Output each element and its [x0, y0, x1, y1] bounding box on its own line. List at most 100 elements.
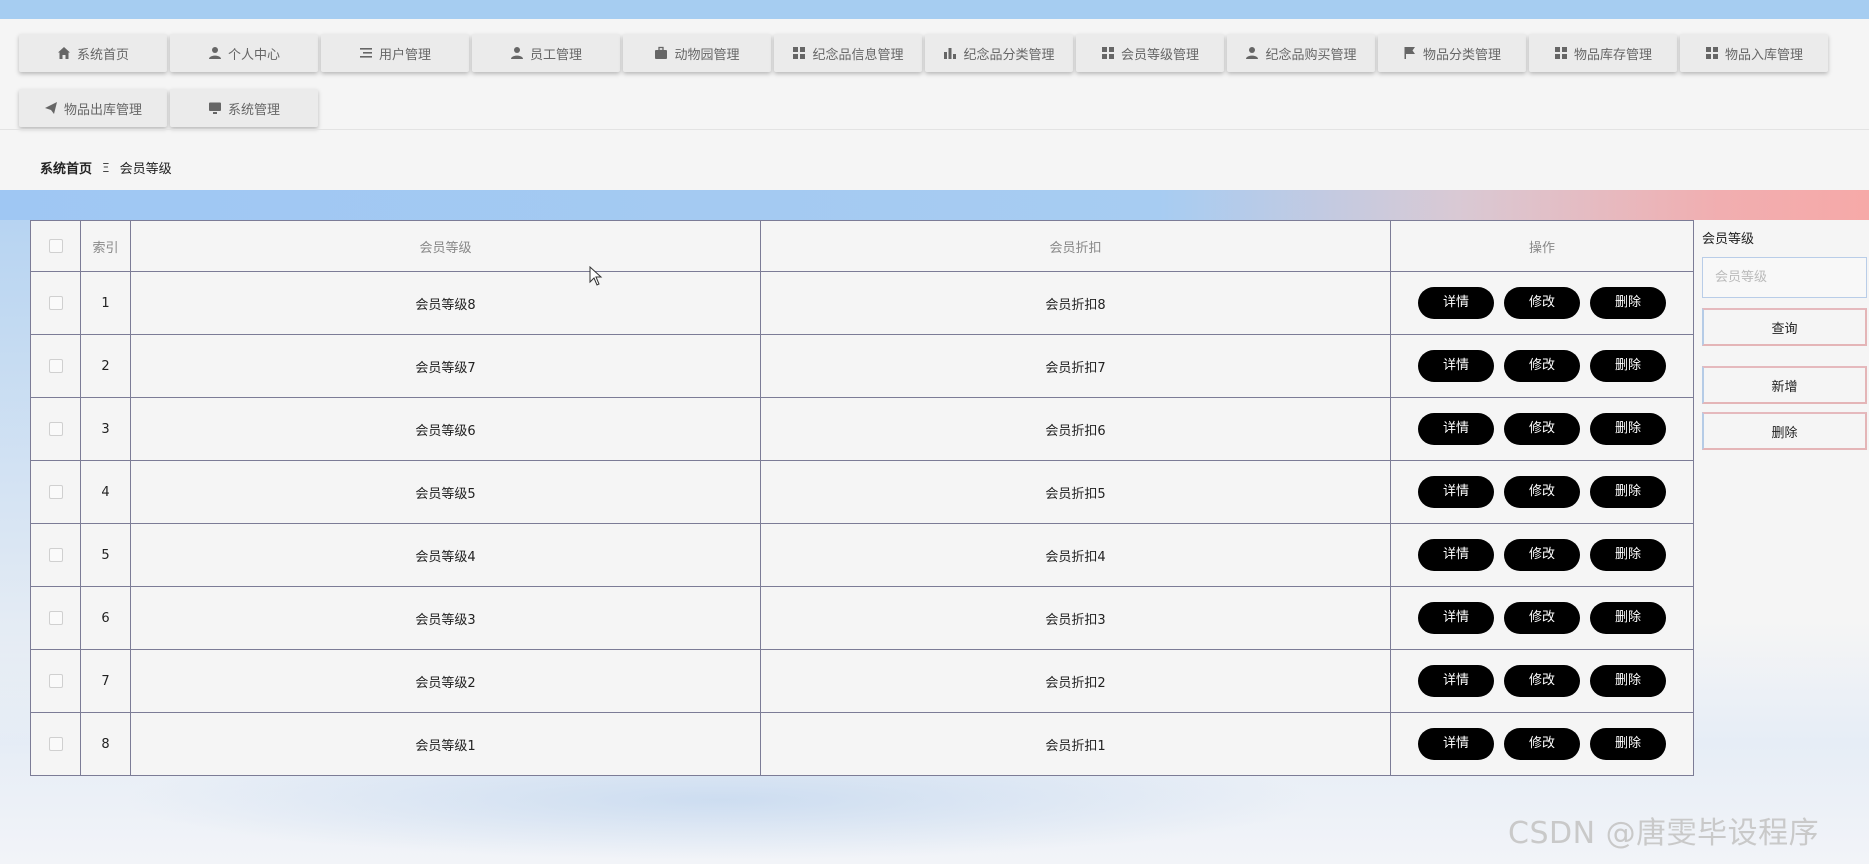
delete-button[interactable]: 删除 — [1590, 287, 1666, 319]
detail-button[interactable]: 详情 — [1418, 602, 1494, 634]
row-select-cell — [30, 460, 81, 524]
row-select-cell — [30, 523, 81, 587]
detail-button[interactable]: 详情 — [1418, 350, 1494, 382]
row-level: 会员等级4 — [130, 523, 761, 587]
delete-button[interactable]: 删除 — [1590, 665, 1666, 697]
nav-item[interactable]: 物品分类管理 — [1378, 34, 1526, 72]
delete-button[interactable]: 删除 — [1590, 602, 1666, 634]
user-icon — [208, 47, 221, 59]
delete-button[interactable]: 删除 — [1590, 728, 1666, 760]
row-index: 1 — [80, 271, 131, 335]
row-index: 8 — [80, 712, 131, 776]
delete-button[interactable]: 删除 — [1590, 413, 1666, 445]
nav-item-label: 系统首页 — [76, 47, 129, 63]
row-select-cell — [30, 712, 81, 776]
nav-item[interactable]: 纪念品分类管理 — [925, 34, 1073, 72]
row-actions: 详情 修改 删除 — [1390, 397, 1694, 461]
table-row: 8 会员等级1 会员折扣1 详情 修改 删除 — [30, 712, 1694, 776]
row-checkbox[interactable] — [48, 485, 63, 499]
list-icon — [359, 48, 372, 58]
table-row: 5 会员等级4 会员折扣4 详情 修改 删除 — [30, 523, 1694, 587]
breadcrumb-home[interactable]: 系统首页 — [40, 158, 92, 177]
batch-delete-button[interactable]: 删除 — [1702, 412, 1867, 450]
row-discount: 会员折扣8 — [760, 271, 1391, 335]
nav-item[interactable]: 物品出库管理 — [19, 89, 167, 127]
row-index: 7 — [80, 649, 131, 713]
edit-button[interactable]: 修改 — [1504, 413, 1580, 445]
detail-button[interactable]: 详情 — [1418, 287, 1494, 319]
column-header-index: 索引 — [80, 220, 131, 272]
nav-item[interactable]: 物品库存管理 — [1529, 34, 1677, 72]
detail-button[interactable]: 详情 — [1418, 539, 1494, 571]
user-icon — [1246, 47, 1259, 59]
edit-button[interactable]: 修改 — [1504, 665, 1580, 697]
edit-button[interactable]: 修改 — [1504, 287, 1580, 319]
row-level: 会员等级3 — [130, 586, 761, 650]
detail-button[interactable]: 详情 — [1418, 476, 1494, 508]
nav-item[interactable]: 系统首页 — [19, 34, 167, 72]
column-header-discount: 会员折扣 — [760, 220, 1391, 272]
nav-item-label: 会员等级管理 — [1120, 47, 1199, 63]
nav-item[interactable]: 员工管理 — [472, 34, 620, 72]
nav-item[interactable]: 物品入库管理 — [1680, 34, 1828, 72]
nav-item-label: 个人中心 — [227, 47, 280, 63]
row-actions: 详情 修改 删除 — [1390, 586, 1694, 650]
edit-button[interactable]: 修改 — [1504, 350, 1580, 382]
detail-button[interactable]: 详情 — [1418, 665, 1494, 697]
nav-item[interactable]: 纪念品信息管理 — [774, 34, 922, 72]
detail-button[interactable]: 详情 — [1418, 413, 1494, 445]
add-button[interactable]: 新增 — [1702, 366, 1867, 404]
row-actions: 详情 修改 删除 — [1390, 523, 1694, 587]
nav-item[interactable]: 动物园管理 — [623, 34, 771, 72]
delete-button[interactable]: 删除 — [1590, 476, 1666, 508]
row-level: 会员等级2 — [130, 649, 761, 713]
row-checkbox[interactable] — [48, 359, 63, 373]
top-color-bar — [0, 0, 1869, 19]
nav-item-label: 用户管理 — [378, 47, 431, 63]
row-level: 会员等级5 — [130, 460, 761, 524]
row-select-cell — [30, 271, 81, 335]
delete-button[interactable]: 删除 — [1590, 539, 1666, 571]
row-level: 会员等级6 — [130, 397, 761, 461]
detail-button[interactable]: 详情 — [1418, 728, 1494, 760]
nav-item[interactable]: 个人中心 — [170, 34, 318, 72]
row-index: 5 — [80, 523, 131, 587]
delete-button[interactable]: 删除 — [1590, 350, 1666, 382]
table-row: 1 会员等级8 会员折扣8 详情 修改 删除 — [30, 271, 1694, 335]
nav-item[interactable]: 纪念品购买管理 — [1227, 34, 1375, 72]
nav-item[interactable]: 用户管理 — [321, 34, 469, 72]
edit-button[interactable]: 修改 — [1504, 539, 1580, 571]
row-discount: 会员折扣2 — [760, 649, 1391, 713]
select-all-cell — [30, 220, 81, 272]
row-level: 会员等级8 — [130, 271, 761, 335]
row-checkbox[interactable] — [48, 548, 63, 562]
row-discount: 会员折扣3 — [760, 586, 1391, 650]
row-checkbox[interactable] — [48, 611, 63, 625]
header-divider — [0, 129, 1869, 130]
edit-button[interactable]: 修改 — [1504, 602, 1580, 634]
table-row: 4 会员等级5 会员折扣5 详情 修改 删除 — [30, 460, 1694, 524]
row-checkbox[interactable] — [48, 674, 63, 688]
search-label: 会员等级 — [1702, 232, 1755, 247]
row-discount: 会员折扣4 — [760, 523, 1391, 587]
member-level-search-input[interactable] — [1702, 257, 1867, 298]
row-actions: 详情 修改 删除 — [1390, 334, 1694, 398]
select-all-checkbox[interactable] — [48, 239, 63, 253]
row-checkbox[interactable] — [48, 737, 63, 751]
row-index: 6 — [80, 586, 131, 650]
nav-item[interactable]: 会员等级管理 — [1076, 34, 1224, 72]
query-button[interactable]: 查询 — [1702, 308, 1867, 346]
row-checkbox[interactable] — [48, 422, 63, 436]
nav-item-label: 物品库存管理 — [1573, 47, 1652, 63]
row-discount: 会员折扣5 — [760, 460, 1391, 524]
edit-button[interactable]: 修改 — [1504, 728, 1580, 760]
edit-button[interactable]: 修改 — [1504, 476, 1580, 508]
monitor-icon — [208, 102, 221, 114]
grid-icon — [1101, 47, 1114, 59]
table-row: 3 会员等级6 会员折扣6 详情 修改 删除 — [30, 397, 1694, 461]
home-icon — [57, 47, 70, 59]
row-discount: 会员折扣7 — [760, 334, 1391, 398]
row-actions: 详情 修改 删除 — [1390, 712, 1694, 776]
row-checkbox[interactable] — [48, 296, 63, 310]
nav-item[interactable]: 系统管理 — [170, 89, 318, 127]
